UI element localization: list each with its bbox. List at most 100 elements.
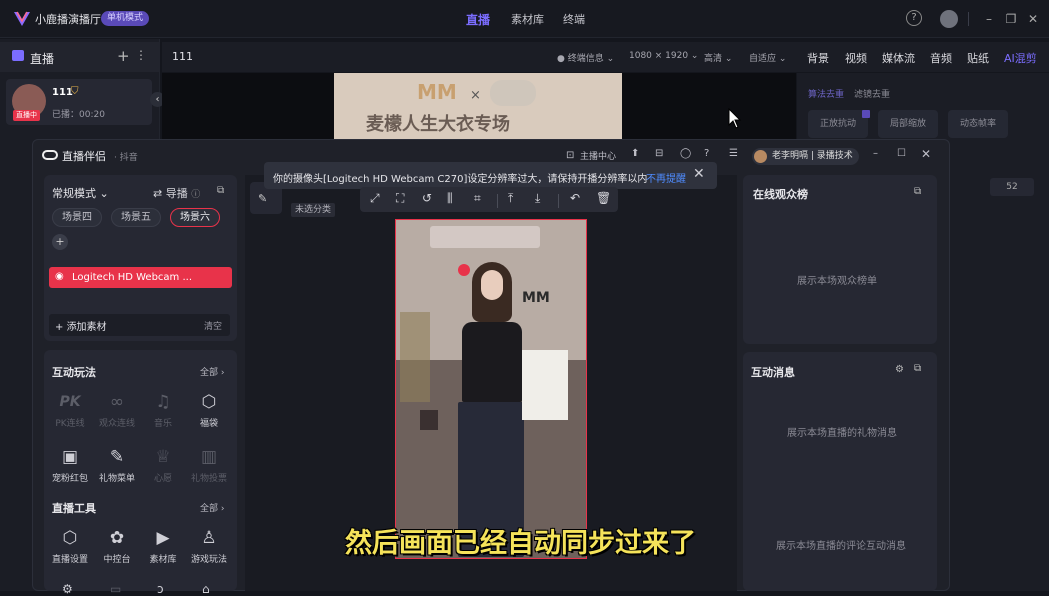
upload-icon[interactable]: ⬆ — [631, 148, 639, 159]
console-tool[interactable]: ✿ 中控台 — [93, 527, 141, 565]
popout-icon[interactable]: ⧉ — [914, 363, 921, 374]
more-tool-icon[interactable]: ↄ — [157, 582, 164, 596]
preview-toolbar — [162, 42, 797, 72]
move-up-icon[interactable]: ⤒ — [508, 191, 513, 206]
interact-all-link[interactable]: 全部 › — [200, 365, 224, 378]
guide-toggle[interactable]: ⇄ 导播 ⓘ — [153, 185, 200, 201]
restore-icon[interactable]: ❐ — [1002, 10, 1020, 28]
gift-menu-icon: ✎ — [109, 447, 125, 467]
tool-label: 礼物菜单 — [98, 474, 135, 484]
message-panel — [743, 352, 937, 591]
nav-tab-live[interactable]: 直播 — [466, 11, 490, 28]
more-tool-icon[interactable]: ⌂ — [202, 582, 210, 596]
quality-dropdown[interactable]: 高清 ⌄ — [704, 51, 732, 64]
tab-sticker[interactable]: 贴纸 — [967, 50, 989, 66]
tool-label: 福袋 — [199, 419, 218, 429]
close-icon[interactable]: ✕ — [1024, 10, 1042, 28]
mode-select[interactable]: 常规模式 ⌄ — [52, 185, 109, 201]
pk-link-tool[interactable]: PK PK连线 — [46, 391, 94, 429]
blurred-region — [430, 226, 540, 248]
nav-tab-library[interactable]: 素材库 — [511, 11, 544, 27]
gift-empty: 展示本场直播的礼物消息 — [787, 428, 897, 439]
user-chip[interactable]: 老李明嗝 | 录播技术 — [752, 148, 859, 165]
minimize-icon[interactable]: – — [980, 10, 998, 28]
help-icon[interactable]: ? — [906, 10, 922, 26]
fullscreen-icon[interactable]: ⛶ — [396, 191, 404, 206]
tool-label: 游戏玩法 — [190, 555, 227, 565]
comment-empty: 展示本场直播的评论互动消息 — [776, 541, 906, 552]
tab-ai-mix[interactable]: AI混剪 — [1004, 50, 1037, 66]
tool-label: 素材库 — [149, 555, 177, 565]
gear-icon[interactable]: ⚙ — [895, 364, 904, 375]
host-center-icon: ⊡ — [566, 150, 575, 161]
music-tool[interactable]: ♫ 音乐 — [139, 391, 187, 429]
chat-icon[interactable]: ◯ — [680, 148, 691, 159]
reset-icon[interactable]: ↶ — [570, 191, 580, 205]
popout-icon[interactable]: ⧉ — [217, 185, 224, 196]
adapt-dropdown[interactable]: 自适应 ⌄ — [749, 51, 786, 64]
more-tool-icon[interactable]: ⚙ — [62, 582, 73, 596]
tab-audio[interactable]: 音频 — [930, 50, 952, 66]
resolution-dropdown[interactable]: 1080 × 1920 ⌄ — [629, 51, 698, 61]
help-icon[interactable]: ? — [704, 148, 709, 159]
fit-screen-icon[interactable]: ⤢ — [370, 191, 380, 206]
audience-link-tool[interactable]: ∞ 观众连线 — [93, 391, 141, 429]
close-icon[interactable]: ✕ — [921, 147, 931, 161]
warning-text: 你的摄像头[Logitech HD Webcam C270]设定分辨率过大，请保… — [273, 174, 648, 185]
host-center-link[interactable]: 主播中心 — [580, 149, 616, 162]
tool-label: 直播设置 — [51, 555, 88, 565]
tools-all-link[interactable]: 全部 › — [200, 501, 224, 514]
nav-tab-terminal[interactable]: 终端 — [563, 11, 585, 27]
option-button[interactable]: 正放抗动 — [808, 110, 868, 138]
tab-media-stream[interactable]: 媒体流 — [882, 50, 915, 66]
flip-icon[interactable]: ⫼ — [447, 191, 453, 206]
add-room-icon[interactable]: + — [117, 47, 130, 65]
game-pad-icon[interactable]: ⊟ — [655, 148, 663, 159]
scene-tab-4[interactable]: 场景四 — [52, 208, 102, 227]
terminal-info-dropdown[interactable]: ● 终端信息 ⌄ — [557, 51, 614, 64]
scene-tab-6[interactable]: 场景六 — [170, 208, 220, 227]
delete-icon[interactable]: 🗑 — [596, 191, 611, 205]
gift-vote-icon: ▥ — [200, 447, 218, 467]
tab-background[interactable]: 背景 — [807, 50, 829, 66]
tab-video[interactable]: 视频 — [845, 50, 867, 66]
maximize-icon[interactable]: ☐ — [897, 148, 906, 159]
live-settings-tool[interactable]: ⬡ 直播设置 — [46, 527, 94, 565]
banner-sheep-image — [490, 80, 536, 106]
gift-vote-tool[interactable]: ▥ 礼物投票 — [185, 446, 233, 484]
red-packet-tool[interactable]: ▣ 宠粉红包 — [46, 446, 94, 484]
live-icon — [12, 50, 24, 61]
popout-icon[interactable]: ⧉ — [914, 186, 921, 197]
more-icon[interactable]: ⋮ — [135, 48, 147, 62]
minimize-icon[interactable]: – — [873, 148, 878, 159]
move-down-icon[interactable]: ⤓ — [535, 191, 540, 206]
dont-remind-link[interactable]: 不再提醒 — [646, 170, 686, 185]
add-material-button[interactable]: + 添加素材 — [55, 318, 107, 333]
gift-menu-tool[interactable]: ✎ 礼物菜单 — [93, 446, 141, 484]
add-scene-button[interactable]: + — [52, 234, 68, 250]
crop-icon[interactable]: ⌗ — [474, 191, 481, 206]
room-elapsed: 已播：00:20 — [52, 110, 105, 120]
tab-algorithm-dedup[interactable]: 算法去重 — [808, 87, 844, 100]
wish-tool[interactable]: ♕ 心愿 — [139, 446, 187, 484]
video-caption: 然后画面已经自动同步过来了 — [345, 528, 696, 559]
lucky-bag-tool[interactable]: ⬡ 福袋 — [185, 391, 233, 429]
more-tool-icon[interactable]: ▭ — [110, 582, 121, 596]
preview-title: 111 — [172, 50, 193, 63]
option-button[interactable]: 局部缩放 — [878, 110, 938, 138]
value-input[interactable]: 52 — [990, 178, 1034, 196]
game-tool[interactable]: ♙ 游戏玩法 — [185, 527, 233, 565]
clear-button[interactable]: 清空 — [204, 319, 222, 332]
rotate-icon[interactable]: ↺ — [422, 191, 432, 205]
menu-icon[interactable]: ☰ — [729, 148, 738, 159]
add-material-label: 添加素材 — [66, 322, 107, 333]
tab-filter-dedup[interactable]: 滤镜去重 — [854, 87, 890, 100]
library-tool[interactable]: ▶ 素材库 — [139, 527, 187, 565]
scene-tab-5[interactable]: 场景五 — [111, 208, 161, 227]
user-icon[interactable] — [940, 10, 958, 28]
live-badge: 直播中 — [13, 110, 40, 121]
tool-label: 宠粉红包 — [51, 474, 88, 484]
app-name: 小鹿播演播厅 — [35, 13, 101, 26]
option-button[interactable]: 动态帧率 — [948, 110, 1008, 138]
close-icon[interactable]: ✕ — [693, 166, 705, 182]
